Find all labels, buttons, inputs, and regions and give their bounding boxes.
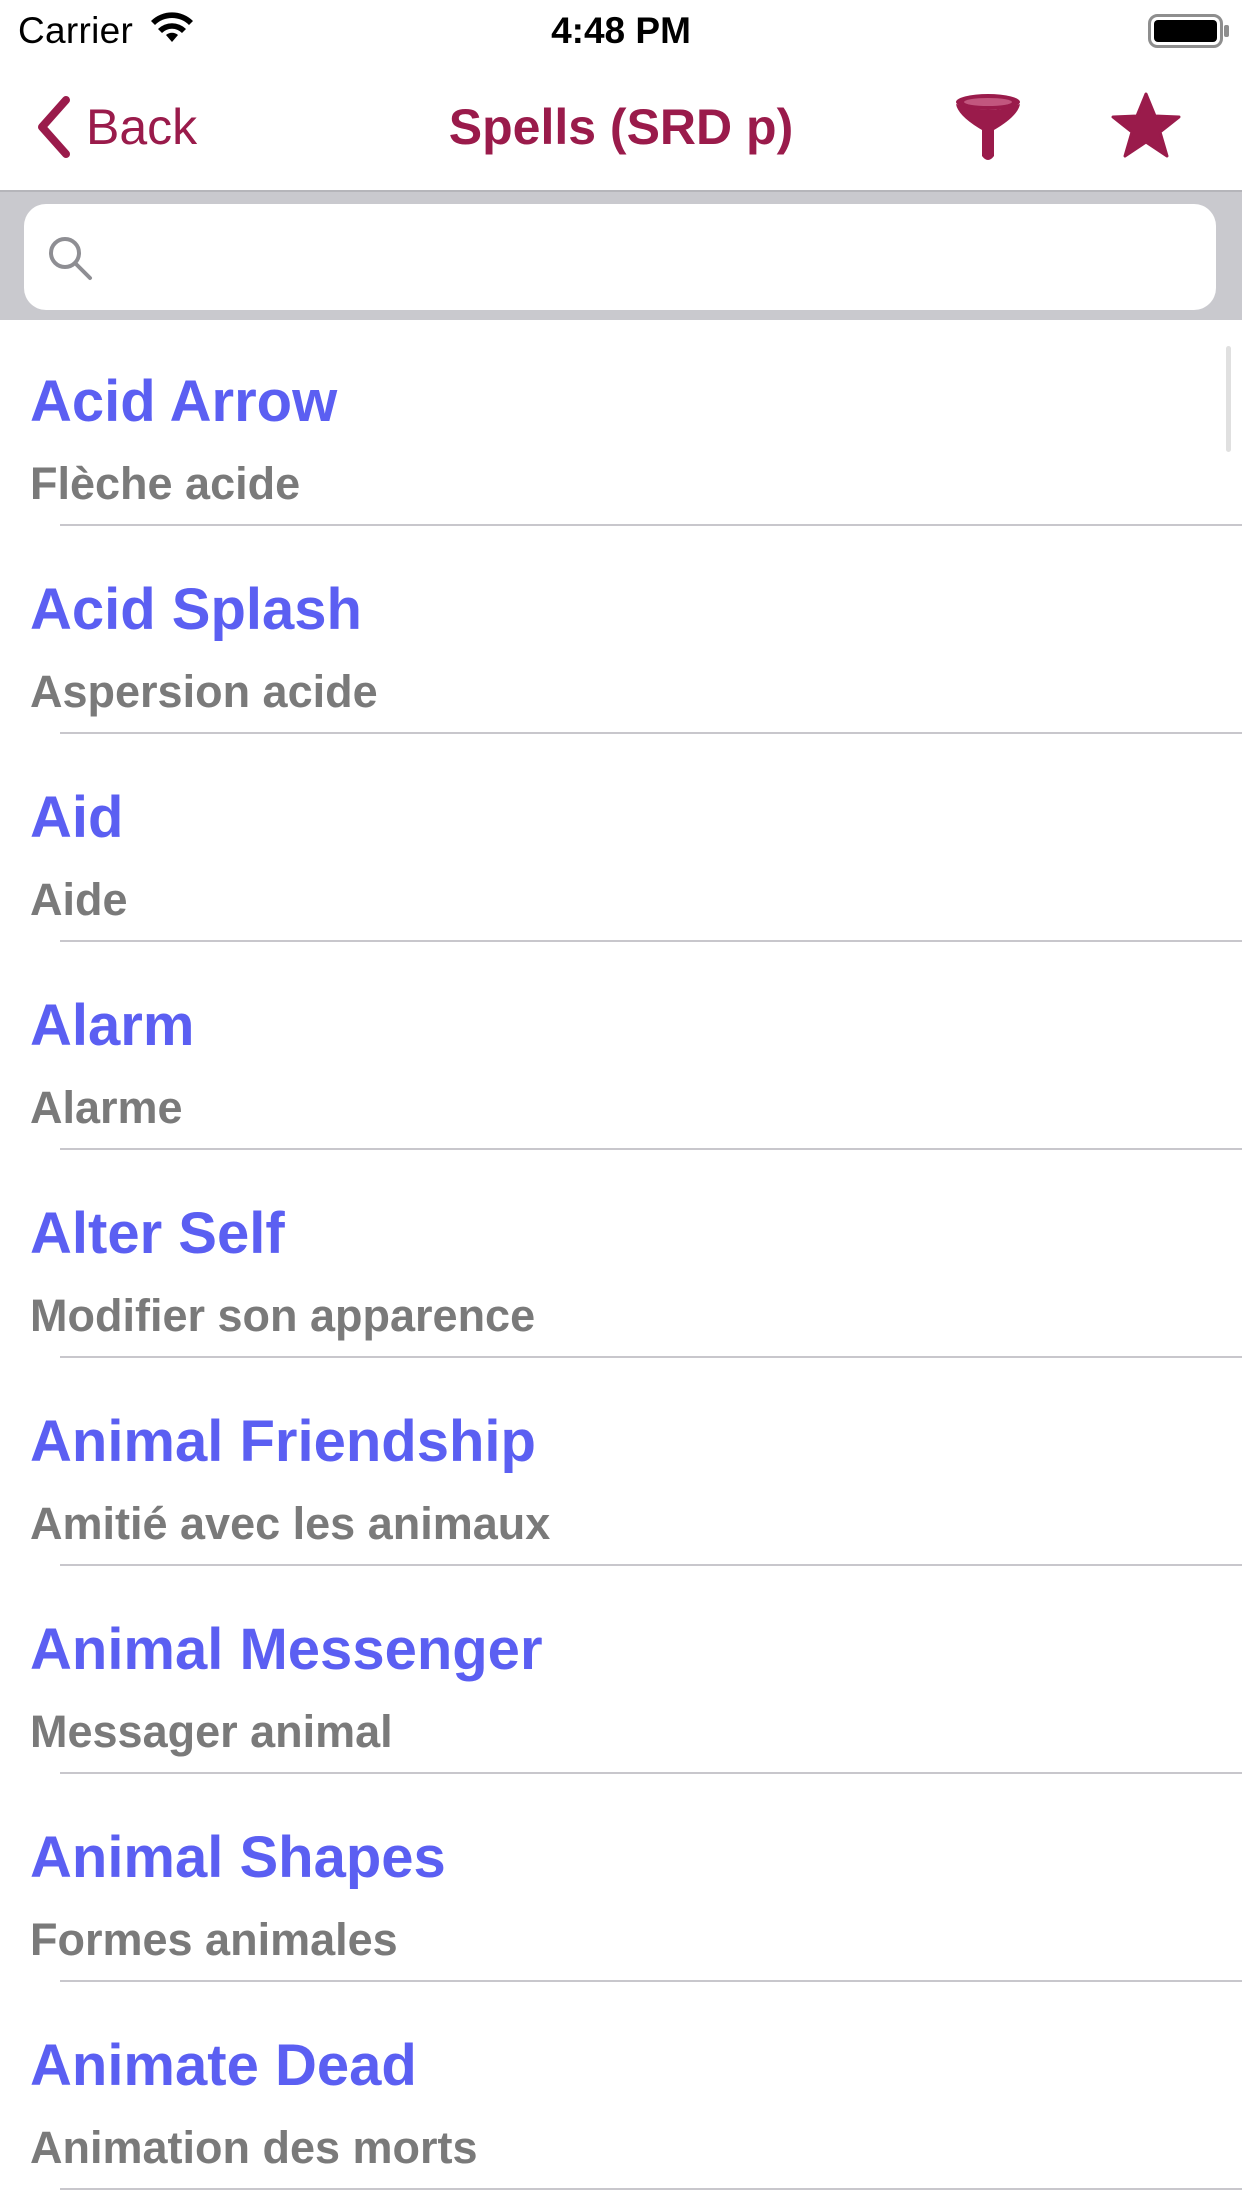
page-title: Spells (SRD p)	[448, 99, 794, 155]
search-input[interactable]	[110, 222, 1194, 294]
list-item[interactable]: Alter Self Modifier son apparence	[0, 1150, 1242, 1358]
list-item[interactable]: Aid Aide	[0, 734, 1242, 942]
spell-name: Animal Friendship	[30, 1409, 536, 1474]
filter-funnel-icon[interactable]	[950, 90, 1026, 166]
scroll-indicator[interactable]	[1226, 346, 1231, 452]
spell-name: Alter Self	[30, 1201, 285, 1266]
star-icon[interactable]	[1110, 90, 1182, 162]
spell-name: Animate Dead	[30, 2033, 417, 2098]
search-bar	[0, 190, 1242, 320]
list-item[interactable]: Animal Messenger Messager animal	[0, 1566, 1242, 1774]
spell-translation: Flèche acide	[30, 458, 301, 509]
list-item[interactable]: Acid Arrow Flèche acide	[0, 318, 1242, 526]
list-item[interactable]: Acid Splash Aspersion acide	[0, 526, 1242, 734]
row-divider	[60, 2188, 1242, 2190]
battery-icon	[1148, 14, 1229, 48]
spell-name: Animal Shapes	[30, 1825, 446, 1890]
spell-list[interactable]: Acid Arrow Flèche acide Acid Splash Aspe…	[0, 318, 1242, 2208]
spell-translation: Alarme	[30, 1082, 183, 1133]
list-item[interactable]: Animal Shapes Formes animales	[0, 1774, 1242, 1982]
list-item[interactable]: Animal Friendship Amitié avec les animau…	[0, 1358, 1242, 1566]
spell-translation: Aspersion acide	[30, 666, 378, 717]
spell-name: Alarm	[30, 993, 195, 1058]
spell-name: Aid	[30, 785, 124, 850]
spell-translation: Formes animales	[30, 1914, 398, 1965]
spell-name: Animal Messenger	[30, 1617, 543, 1682]
spell-translation: Aide	[30, 874, 128, 925]
search-icon	[49, 237, 92, 280]
spell-translation: Amitié avec les animaux	[30, 1498, 551, 1549]
status-bar: Carrier 4:48 PM	[0, 0, 1242, 62]
list-item[interactable]: Animate Dead Animation des morts	[0, 1982, 1242, 2190]
status-time: 4:48 PM	[551, 10, 691, 51]
search-field[interactable]	[24, 204, 1216, 310]
spell-name: Acid Splash	[30, 577, 362, 642]
spell-name: Acid Arrow	[30, 369, 338, 434]
list-item[interactable]: Alarm Alarme	[0, 942, 1242, 1150]
navigation-bar: Back Spells (SRD p)	[0, 62, 1242, 190]
spell-translation: Animation des morts	[30, 2122, 478, 2173]
spell-translation: Modifier son apparence	[30, 1290, 536, 1341]
spell-translation: Messager animal	[30, 1706, 393, 1757]
